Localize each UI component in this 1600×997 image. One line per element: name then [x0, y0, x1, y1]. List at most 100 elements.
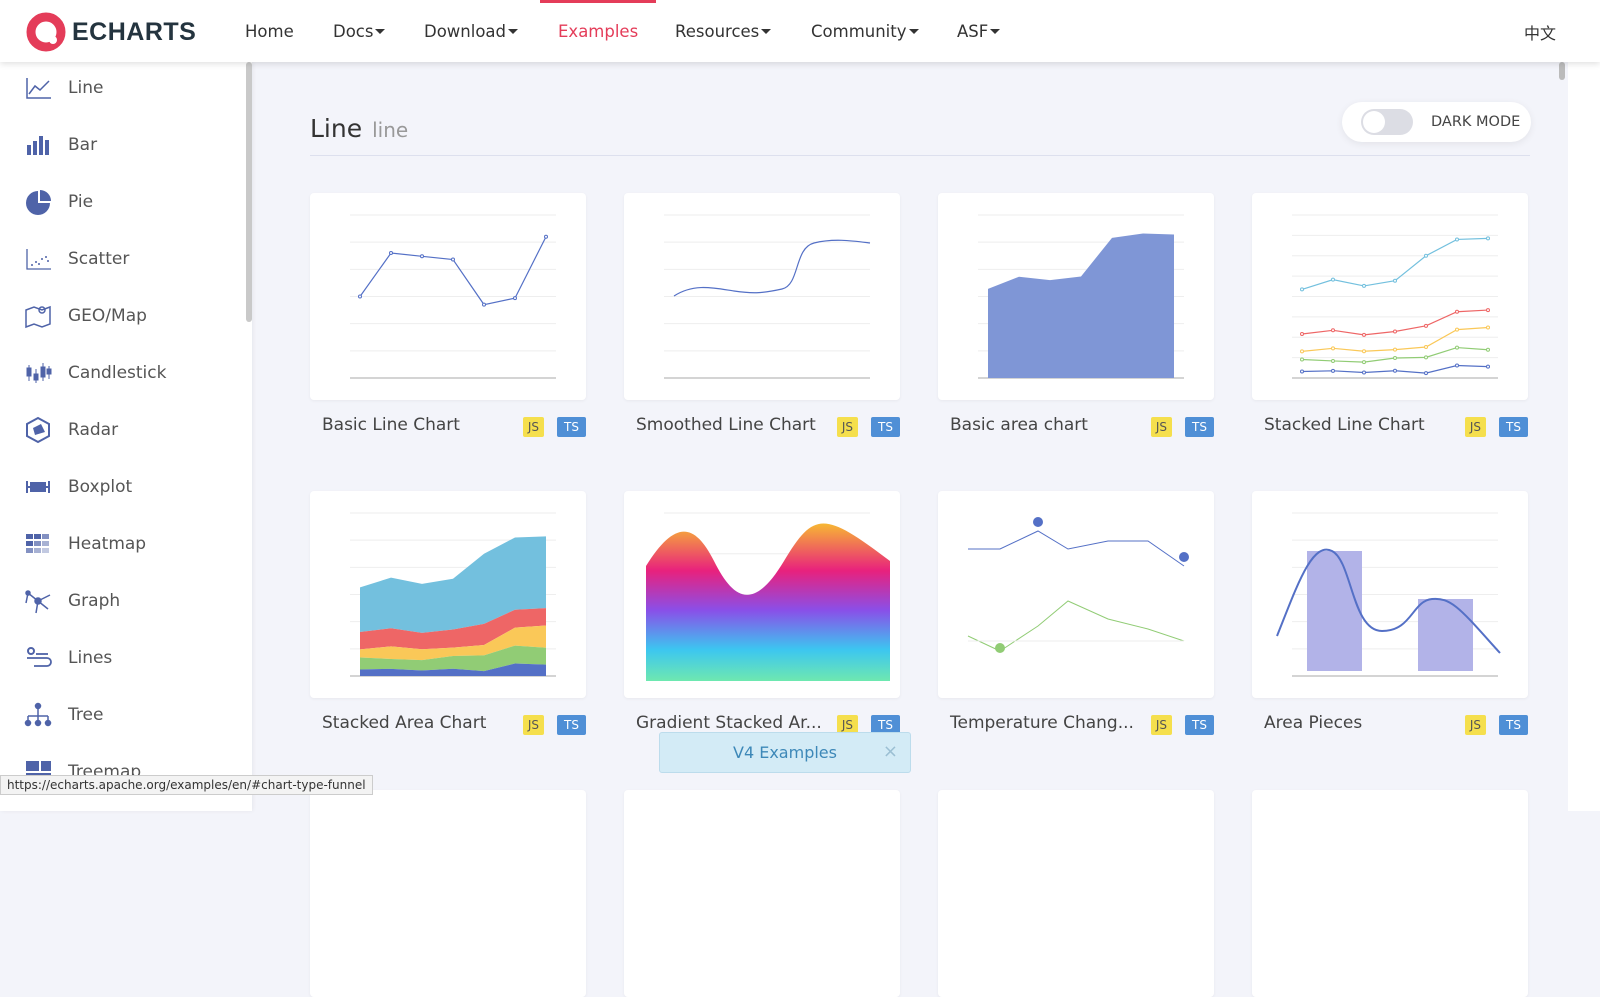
nav-label: Download [424, 21, 507, 41]
v4-examples-toast[interactable]: V4 Examples × [659, 732, 911, 773]
example-thumbnail[interactable] [624, 193, 900, 400]
js-badge[interactable]: JS [522, 715, 544, 735]
chart-preview-image [350, 214, 556, 379]
language-switch[interactable]: 中文 [1524, 20, 1556, 44]
nav-asf[interactable]: ASF [957, 0, 1001, 62]
scatter-icon [26, 248, 51, 270]
sidebar-item-heatmap[interactable]: Heatmap [24, 515, 146, 572]
sidebar-item-pie[interactable]: Pie [24, 173, 93, 230]
sidebar-item-lines[interactable]: Lines [24, 629, 112, 686]
js-badge[interactable]: JS [1150, 715, 1172, 735]
example-thumbnail[interactable] [624, 491, 900, 698]
example-thumbnail[interactable] [1252, 193, 1528, 400]
example-card[interactable]: Basic area chart JS TS [938, 193, 1214, 437]
example-title[interactable]: Stacked Area Chart [322, 713, 486, 733]
example-card[interactable]: Gradient Stacked Ar... JS TS [624, 491, 900, 735]
example-title[interactable]: Basic area chart [950, 415, 1088, 435]
example-card[interactable] [624, 790, 900, 997]
line-chart-icon [26, 77, 51, 99]
heatmap-icon [26, 533, 49, 553]
js-badge[interactable]: JS [1464, 715, 1486, 735]
chart-preview-image [978, 214, 1184, 379]
ts-badge[interactable]: TS [557, 417, 586, 437]
nav-community[interactable]: Community [811, 0, 919, 62]
sidebar-item-scatter[interactable]: Scatter [24, 230, 129, 287]
sidebar-item-tree[interactable]: Tree [24, 686, 103, 743]
graph-icon [25, 589, 51, 613]
js-badge[interactable]: JS [1150, 417, 1172, 437]
sidebar-item-bar[interactable]: Bar [24, 116, 97, 173]
example-title[interactable]: Area Pieces [1264, 713, 1362, 733]
sidebar-item-boxplot[interactable]: Boxplot [24, 458, 132, 515]
ts-badge[interactable]: TS [1185, 417, 1214, 437]
sidebar-item-label: Boxplot [68, 476, 133, 497]
nav-home[interactable]: Home [245, 0, 294, 62]
example-thumbnail[interactable] [1252, 491, 1528, 698]
sidebar-item-line[interactable]: Line [24, 62, 103, 116]
js-badge[interactable]: JS [522, 417, 544, 437]
example-thumbnail[interactable] [624, 790, 900, 997]
close-icon[interactable]: × [883, 741, 898, 762]
tree-icon [24, 702, 52, 726]
example-thumbnail[interactable] [1252, 790, 1528, 997]
js-badge[interactable]: JS [836, 417, 858, 437]
example-card[interactable]: Smoothed Line Chart JS TS [624, 193, 900, 437]
sidebar-item-label: Graph [68, 590, 121, 611]
radar-icon [26, 416, 50, 443]
nav-download[interactable]: Download [424, 0, 519, 62]
example-title[interactable]: Temperature Chang... [950, 713, 1134, 733]
example-thumbnail[interactable] [938, 790, 1214, 997]
nav-label: Docs [333, 21, 374, 41]
nav-label: ASF [957, 21, 989, 41]
nav-resources[interactable]: Resources [675, 0, 772, 62]
sidebar-item-graph[interactable]: Graph [24, 572, 120, 629]
example-title[interactable]: Gradient Stacked Ar... [636, 713, 822, 733]
nav-docs[interactable]: Docs [333, 0, 386, 62]
example-card[interactable]: Temperature Chang... JS TS [938, 491, 1214, 735]
sidebar-scrollbar[interactable] [246, 62, 252, 322]
ts-badge[interactable]: TS [1185, 715, 1214, 735]
example-card[interactable]: Area Pieces JS TS [1252, 491, 1528, 735]
example-card[interactable] [310, 790, 586, 997]
caret-down-icon [375, 28, 386, 34]
example-thumbnail[interactable] [938, 193, 1214, 400]
example-card[interactable]: Stacked Line Chart JS TS [1252, 193, 1528, 437]
logo-icon [26, 12, 66, 52]
sidebar-item-geo-map[interactable]: GEO/Map [24, 287, 147, 344]
example-card[interactable] [1252, 790, 1528, 997]
echarts-logo[interactable]: ECHARTS [26, 12, 196, 52]
title-subtitle: line [372, 118, 409, 142]
sidebar-item-radar[interactable]: Radar [24, 401, 118, 458]
pie-chart-icon [26, 189, 51, 215]
nav-examples[interactable]: Examples [539, 0, 657, 62]
page-scrollbar[interactable] [1548, 62, 1568, 811]
nav-label: Examples [558, 21, 639, 41]
example-title[interactable]: Basic Line Chart [322, 415, 460, 435]
toggle-switch[interactable] [1361, 109, 1413, 135]
scrollbar-thumb[interactable] [1559, 62, 1565, 80]
page-title: Line line [310, 114, 408, 143]
example-thumbnail[interactable] [938, 491, 1214, 698]
js-badge[interactable]: JS [1464, 417, 1486, 437]
example-title[interactable]: Stacked Line Chart [1264, 415, 1425, 435]
chart-preview-image [350, 512, 556, 677]
ts-badge[interactable]: TS [871, 417, 900, 437]
top-navbar: ECHARTS Home Docs Download Examples Resource… [0, 0, 1600, 62]
chart-preview-image [646, 512, 890, 681]
sidebar-item-label: Tree [68, 704, 104, 725]
example-card[interactable] [938, 790, 1214, 997]
sidebar-item-candlestick[interactable]: Candlestick [24, 344, 166, 401]
example-thumbnail[interactable] [310, 491, 586, 698]
chart-preview-image [967, 517, 1189, 653]
ts-badge[interactable]: TS [1499, 417, 1528, 437]
example-card[interactable]: Stacked Area Chart JS TS [310, 491, 586, 735]
example-card[interactable]: Basic Line Chart JS TS [310, 193, 586, 437]
example-thumbnail[interactable] [310, 790, 586, 997]
ts-badge[interactable]: TS [557, 715, 586, 735]
ts-badge[interactable]: TS [1499, 715, 1528, 735]
example-title[interactable]: Smoothed Line Chart [636, 415, 816, 435]
dark-mode-toggle[interactable]: DARK MODE [1342, 102, 1531, 142]
example-thumbnail[interactable] [310, 193, 586, 400]
sidebar-item-label: Candlestick [68, 362, 167, 383]
sidebar-item-label: Scatter [68, 248, 130, 269]
